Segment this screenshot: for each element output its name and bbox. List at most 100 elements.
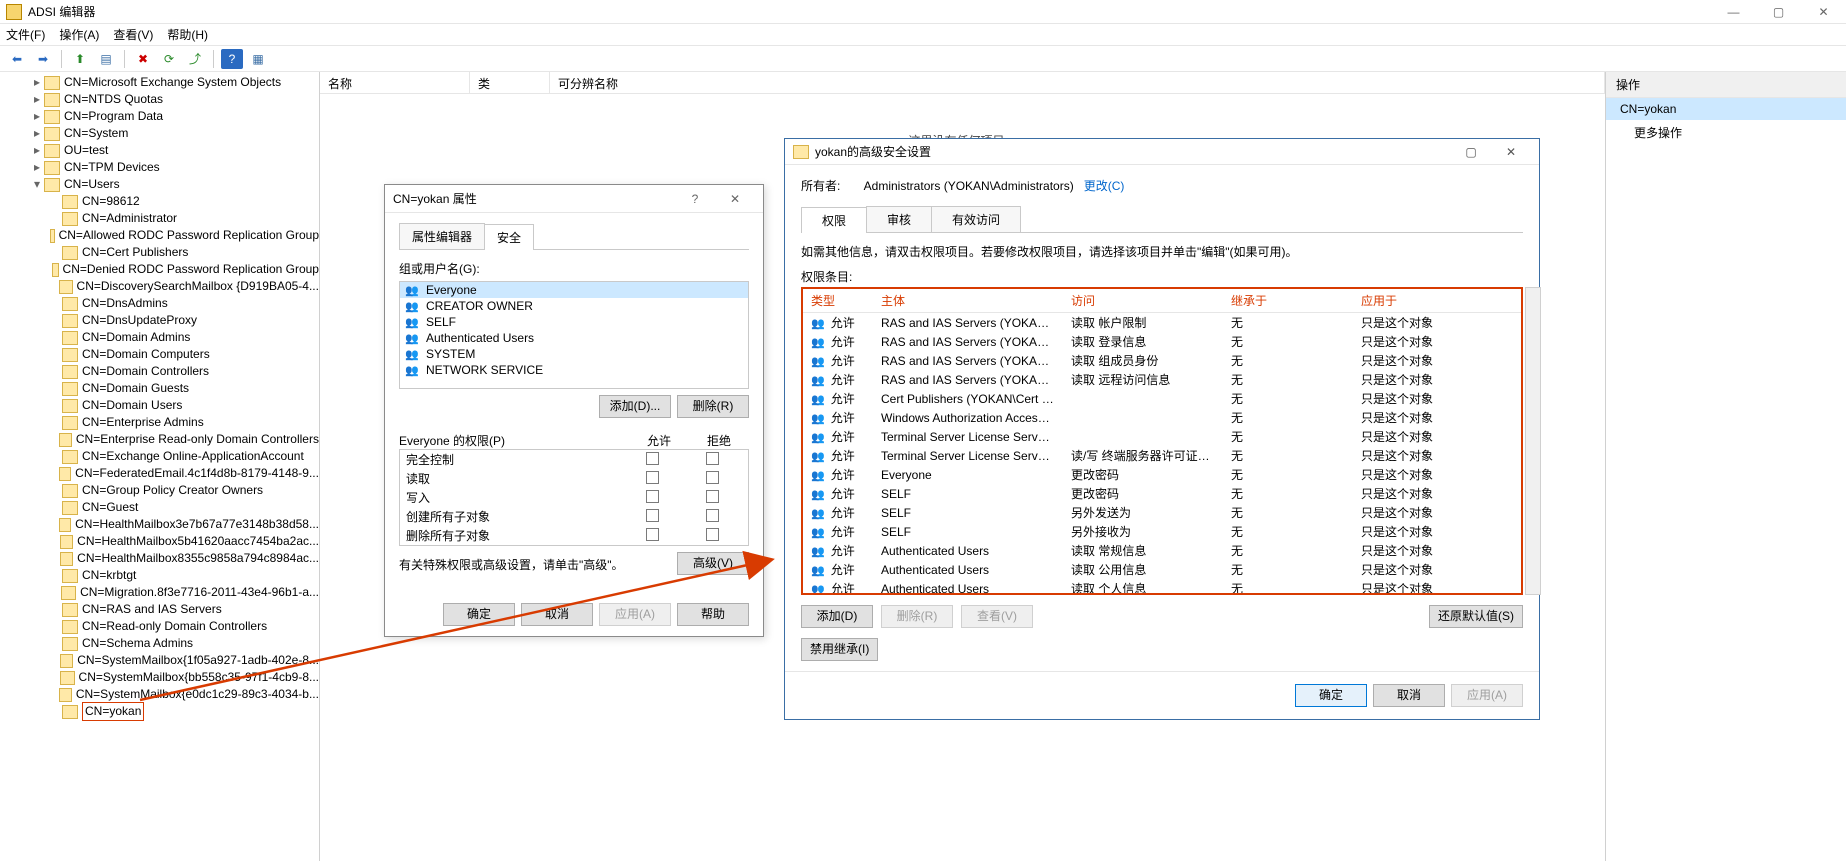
- allow-checkbox[interactable]: [646, 509, 659, 522]
- group-item[interactable]: 👥Authenticated Users: [400, 330, 748, 346]
- advanced-view-button[interactable]: 查看(V): [961, 605, 1033, 628]
- permission-entries-list[interactable]: 类型 主体 访问 继承于 应用于 允许RAS and IAS Servers (…: [801, 287, 1523, 595]
- advanced-security-dialog[interactable]: yokan的高级安全设置 ▢ ✕ 所有者: Administrators (YO…: [784, 138, 1540, 720]
- expand-toggle[interactable]: ▸: [30, 74, 44, 91]
- tree-item[interactable]: CN=Domain Computers: [12, 346, 319, 363]
- expand-toggle[interactable]: ▸: [30, 142, 44, 159]
- expand-toggle[interactable]: ▾: [30, 176, 44, 193]
- permission-entry-row[interactable]: 允许SELF另外发送为无只是这个对象: [803, 503, 1521, 522]
- tree-item[interactable]: CN=Migration.8f3e7716-2011-43e4-96b1-a..…: [12, 584, 319, 601]
- permission-entry-row[interactable]: 允许Authenticated Users读取 常规信息无只是这个对象: [803, 541, 1521, 560]
- tree-item[interactable]: CN=Read-only Domain Controllers: [12, 618, 319, 635]
- col-access[interactable]: 访问: [1063, 289, 1223, 313]
- advanced-add-button[interactable]: 添加(D): [801, 605, 873, 628]
- tree-item[interactable]: CN=Schema Admins: [12, 635, 319, 652]
- minimize-button[interactable]: —: [1711, 0, 1756, 24]
- refresh-button[interactable]: ⟳: [158, 49, 180, 69]
- properties-apply-button[interactable]: 应用(A): [599, 603, 671, 626]
- export-button[interactable]: ⤴: [184, 49, 206, 69]
- list-col-class[interactable]: 类: [470, 72, 550, 93]
- expand-toggle[interactable]: ▸: [30, 108, 44, 125]
- tree-item[interactable]: CN=DnsUpdateProxy: [12, 312, 319, 329]
- up-button[interactable]: ⬆: [69, 49, 91, 69]
- group-item[interactable]: 👥Everyone: [400, 282, 748, 298]
- tree-item[interactable]: CN=Domain Guests: [12, 380, 319, 397]
- tree-item[interactable]: CN=Guest: [12, 499, 319, 516]
- tree-item[interactable]: CN=RAS and IAS Servers: [12, 601, 319, 618]
- group-item[interactable]: 👥SELF: [400, 314, 748, 330]
- permission-entry-row[interactable]: 允许Terminal Server License Servers...无只是这…: [803, 427, 1521, 446]
- groups-listbox[interactable]: 👥Everyone👥CREATOR OWNER👥SELF👥Authenticat…: [399, 281, 749, 389]
- forward-button[interactable]: ➡: [32, 49, 54, 69]
- advanced-close-button[interactable]: ✕: [1491, 145, 1531, 159]
- col-inherit[interactable]: 继承于: [1223, 289, 1353, 313]
- deny-checkbox[interactable]: [706, 490, 719, 503]
- tree-item[interactable]: CN=Allowed RODC Password Replication Gro…: [12, 227, 319, 244]
- tree-item[interactable]: CN=Enterprise Admins: [12, 414, 319, 431]
- tree-item[interactable]: CN=krbtgt: [12, 567, 319, 584]
- advanced-maximize-button[interactable]: ▢: [1451, 145, 1491, 159]
- advanced-titlebar[interactable]: yokan的高级安全设置 ▢ ✕: [785, 139, 1539, 165]
- expand-toggle[interactable]: ▸: [30, 159, 44, 176]
- tree-item[interactable]: CN=Group Policy Creator Owners: [12, 482, 319, 499]
- tree-item[interactable]: CN=Enterprise Read-only Domain Controlle…: [12, 431, 319, 448]
- titlebar[interactable]: ADSI 编辑器 — ▢ ✕: [0, 0, 1846, 24]
- tree-item[interactable]: CN=Denied RODC Password Replication Grou…: [12, 261, 319, 278]
- properties-dialog[interactable]: CN=yokan 属性 ? ✕ 属性编辑器 安全 组或用户名(G): 👥Ever…: [384, 184, 764, 637]
- tab-auditing[interactable]: 审核: [866, 206, 932, 232]
- col-type[interactable]: 类型: [803, 289, 873, 313]
- properties-titlebar[interactable]: CN=yokan 属性 ? ✕: [385, 185, 763, 213]
- tab-effective-access[interactable]: 有效访问: [931, 206, 1021, 232]
- permission-entry-row[interactable]: 允许RAS and IAS Servers (YOKAN\R...读取 远程访问…: [803, 370, 1521, 389]
- tree-item[interactable]: ▸CN=TPM Devices: [12, 159, 319, 176]
- delete-button[interactable]: ✖: [132, 49, 154, 69]
- advanced-remove-button[interactable]: 删除(R): [881, 605, 953, 628]
- tree-item[interactable]: CN=SystemMailbox{e0dc1c29-89c3-4034-b...: [12, 686, 319, 703]
- tree-item[interactable]: CN=HealthMailbox5b41620aacc7454ba2ac...: [12, 533, 319, 550]
- tree-item[interactable]: ▸CN=System: [12, 125, 319, 142]
- properties-ok-button[interactable]: 确定: [443, 603, 515, 626]
- tree-item[interactable]: CN=Administrator: [12, 210, 319, 227]
- tree-item[interactable]: ▾CN=Users: [12, 176, 319, 193]
- tree-item[interactable]: CN=Cert Publishers: [12, 244, 319, 261]
- actions-selected[interactable]: CN=yokan: [1606, 98, 1846, 120]
- tree-item[interactable]: CN=98612: [12, 193, 319, 210]
- tree-item[interactable]: CN=DiscoverySearchMailbox {D919BA05-4...: [12, 278, 319, 295]
- allow-checkbox[interactable]: [646, 528, 659, 541]
- back-button[interactable]: ⬅: [6, 49, 28, 69]
- deny-checkbox[interactable]: [706, 452, 719, 465]
- properties-help-button2[interactable]: 帮助: [677, 603, 749, 626]
- permission-entry-row[interactable]: 允许RAS and IAS Servers (YOKAN\R...读取 登录信息…: [803, 332, 1521, 351]
- tree-pane[interactable]: ▸CN=Microsoft Exchange System Objects▸CN…: [0, 72, 320, 861]
- permission-entry-row[interactable]: 允许RAS and IAS Servers (YOKAN\R...读取 帐户限制…: [803, 313, 1521, 333]
- advanced-cancel-button[interactable]: 取消: [1373, 684, 1445, 707]
- expand-toggle[interactable]: ▸: [30, 125, 44, 142]
- permission-entry-row[interactable]: 允许RAS and IAS Servers (YOKAN\R...读取 组成员身…: [803, 351, 1521, 370]
- tree-item[interactable]: ▸CN=Program Data: [12, 108, 319, 125]
- group-item[interactable]: 👥SYSTEM: [400, 346, 748, 362]
- actions-more[interactable]: 更多操作: [1606, 120, 1846, 145]
- tree-item[interactable]: ▸CN=Microsoft Exchange System Objects: [12, 74, 319, 91]
- tree-item[interactable]: CN=yokan: [12, 703, 319, 720]
- allow-checkbox[interactable]: [646, 490, 659, 503]
- tree-item[interactable]: CN=DnsAdmins: [12, 295, 319, 312]
- group-item[interactable]: 👥NETWORK SERVICE: [400, 362, 748, 378]
- allow-checkbox[interactable]: [646, 471, 659, 484]
- group-item[interactable]: 👥CREATOR OWNER: [400, 298, 748, 314]
- permission-entry-row[interactable]: 允许Terminal Server License Servers...读/写 …: [803, 446, 1521, 465]
- scrollbar[interactable]: [1525, 287, 1541, 595]
- help-button[interactable]: ?: [221, 49, 243, 69]
- deny-checkbox[interactable]: [706, 471, 719, 484]
- maximize-button[interactable]: ▢: [1756, 0, 1801, 24]
- tree-item[interactable]: CN=HealthMailbox8355c9858a794c8984ac...: [12, 550, 319, 567]
- list-col-dn[interactable]: 可分辨名称: [550, 72, 1605, 93]
- advanced-ok-button[interactable]: 确定: [1295, 684, 1367, 707]
- properties-help-button[interactable]: ?: [675, 192, 715, 206]
- tree-item[interactable]: CN=SystemMailbox{bb558c35-97f1-4cb9-8...: [12, 669, 319, 686]
- col-apply[interactable]: 应用于: [1353, 289, 1521, 313]
- tree-item[interactable]: CN=Domain Admins: [12, 329, 319, 346]
- tree-item[interactable]: CN=FederatedEmail.4c1f4d8b-8179-4148-9..…: [12, 465, 319, 482]
- tree-item[interactable]: ▸CN=NTDS Quotas: [12, 91, 319, 108]
- expand-toggle[interactable]: ▸: [30, 91, 44, 108]
- permission-entry-row[interactable]: 允许SELF更改密码无只是这个对象: [803, 484, 1521, 503]
